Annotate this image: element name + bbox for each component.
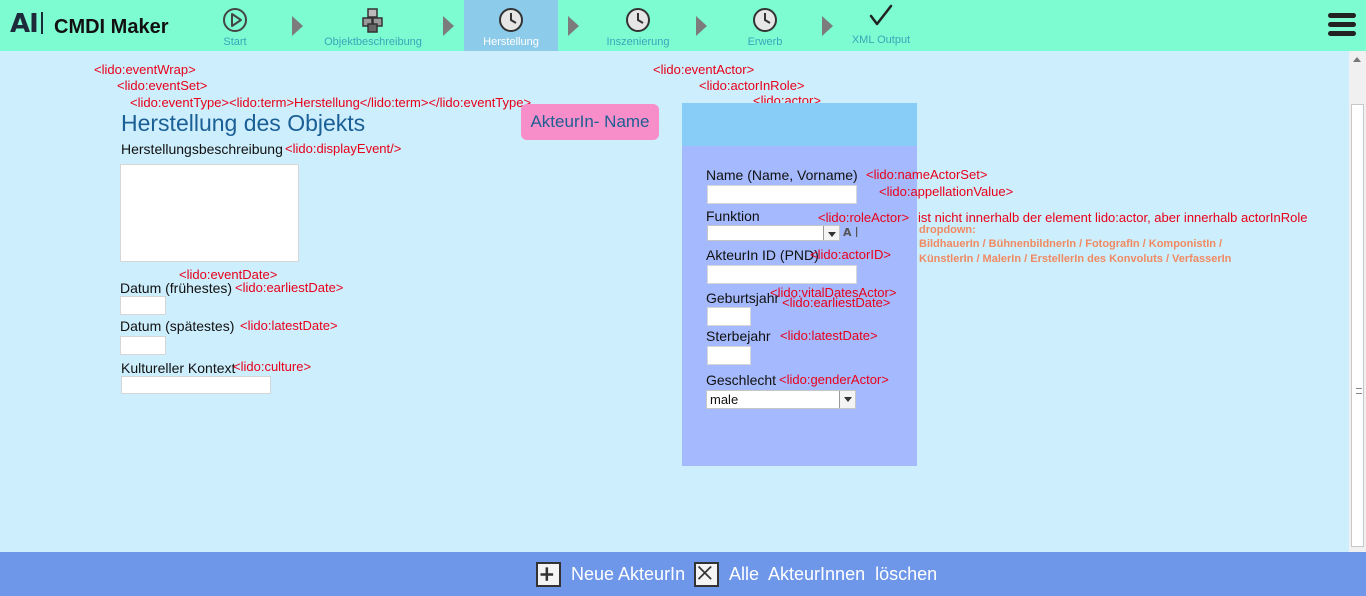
actor-name-tab[interactable]: AkteurIn- Name	[521, 104, 659, 140]
gender-select-value: male	[710, 392, 739, 407]
step-xml-output[interactable]: XML Output	[846, 0, 916, 51]
gender-select[interactable]: male	[706, 390, 856, 409]
plus-icon	[536, 561, 561, 587]
annotation-actor-id: <lido:actorID>	[810, 247, 891, 262]
play-icon	[223, 8, 247, 32]
date-earliest-label: Datum (frühestes)	[120, 280, 233, 296]
step-inszenierung[interactable]: Inszenierung	[598, 0, 678, 51]
annotation-event-wrap: <lido:eventWrap>	[94, 62, 196, 77]
chevron-down-icon	[823, 226, 839, 240]
svg-text:A: A	[843, 226, 852, 239]
culture-label: Kultureller Kontext	[121, 360, 236, 376]
grip-icon	[1356, 388, 1362, 394]
delete-all-actors-button[interactable]: Alle AkteurInnen löschen	[694, 560, 937, 588]
step-label: Inszenierung	[606, 36, 670, 48]
page-title: Herstellung des Objekts	[121, 110, 366, 136]
function-label: Funktion	[706, 208, 760, 224]
gender-label: Geschlecht	[706, 372, 777, 388]
annotation-appellation-value: <lido:appellationValue>	[879, 184, 1014, 199]
app-title: CMDI Maker	[54, 16, 169, 38]
step-arrow-icon	[568, 16, 579, 36]
annotation-actor-latest-date: <lido:latestDate>	[780, 328, 878, 343]
date-latest-label: Datum (spätestes)	[120, 318, 235, 334]
annotation-role-actor: <lido:roleActor>	[818, 210, 910, 225]
step-label: XML Output	[851, 34, 911, 46]
step-label: Herstellung	[483, 36, 539, 48]
annotation-display-event: <lido:displayEvent/>	[285, 141, 402, 156]
step-arrow-icon	[822, 16, 833, 36]
bottom-action-bar: Neue AkteurIn Alle AkteurInnen löschen	[0, 552, 1366, 596]
annotation-role-actor-note: ist nicht innerhalb der element lido:act…	[918, 210, 1308, 225]
step-erwerb[interactable]: Erwerb	[736, 0, 794, 51]
date-latest-input[interactable]	[120, 336, 166, 355]
scroll-up-arrow-icon[interactable]	[1353, 57, 1361, 62]
scrollbar-thumb[interactable]	[1351, 104, 1364, 547]
new-actor-button[interactable]: Neue AkteurIn	[536, 560, 685, 588]
step-label: Objektbeschreibung	[324, 36, 422, 48]
checkmark-icon	[869, 4, 893, 26]
actor-id-input[interactable]	[707, 265, 857, 284]
hamburger-menu-icon[interactable]	[1328, 13, 1356, 39]
description-textarea[interactable]	[120, 164, 299, 262]
dropdown-note-line-2: KünstlerIn / MalerIn / ErstellerIn des K…	[919, 253, 1232, 265]
logo-text: AI	[10, 9, 39, 39]
step-label: Start	[223, 36, 247, 48]
step-start[interactable]: Start	[208, 0, 262, 51]
birth-year-label: Geburtsjahr	[706, 290, 780, 306]
dropdown-note-line-1: BildhauerIn / BühnenbildnerIn / Fotograf…	[919, 238, 1223, 250]
actor-name-input[interactable]	[707, 185, 857, 204]
birth-year-input[interactable]	[707, 307, 751, 326]
chevron-down-icon	[839, 391, 855, 408]
death-year-label: Sterbejahr	[706, 328, 771, 344]
annotation-gender-actor: <lido:genderActor>	[779, 372, 889, 387]
dropdown-note-title: dropdown:	[919, 224, 976, 236]
step-arrow-icon	[696, 16, 707, 36]
annotation-name-actor-set: <lido:nameActorSet>	[866, 167, 988, 182]
text-cursor-icon: A	[843, 226, 858, 239]
annotation-earliest-date: <lido:earliestDate>	[235, 280, 344, 295]
new-actor-label: Neue AkteurIn	[571, 563, 686, 584]
date-earliest-input[interactable]	[120, 296, 166, 315]
step-objektbeschreibung[interactable]: Objektbeschreibung	[314, 0, 432, 51]
top-navigation-bar: AI CMDI Maker Start Objektbeschreibung H…	[0, 0, 1366, 51]
annotation-culture: <lido:culture>	[233, 359, 312, 374]
clock-icon	[753, 8, 777, 32]
annotation-latest-date: <lido:latestDate>	[240, 318, 338, 333]
annotation-event-actor: <lido:eventActor>	[653, 62, 755, 77]
vertical-scrollbar[interactable]	[1349, 51, 1366, 552]
annotation-event-set: <lido:eventSet>	[117, 78, 208, 93]
actor-id-label: AkteurIn ID (PND)	[706, 247, 819, 263]
step-arrow-icon	[292, 16, 303, 36]
annotation-actor-earliest-date: <lido:earliestDate>	[782, 295, 891, 310]
annotation-actor-in-role: <lido:actorInRole>	[699, 78, 805, 93]
function-select[interactable]	[707, 225, 840, 241]
app-logo: AI	[10, 9, 43, 39]
step-herstellung[interactable]: Herstellung	[464, 0, 558, 51]
annotation-event-type: <lido:eventType><lido:term>Herstellung</…	[130, 95, 532, 110]
step-label: Erwerb	[747, 36, 783, 48]
clock-icon	[626, 8, 650, 32]
step-arrow-icon	[443, 16, 454, 36]
close-icon	[694, 561, 719, 587]
clock-icon	[499, 8, 523, 32]
culture-input[interactable]	[121, 376, 271, 394]
actor-name-label: Name (Name, Vorname)	[706, 167, 858, 183]
delete-all-actors-label: Alle AkteurInnen löschen	[729, 563, 938, 584]
actor-panel-header	[682, 103, 917, 146]
description-label: Herstellungsbeschreibung	[121, 141, 283, 157]
cubes-icon	[362, 8, 383, 33]
death-year-input[interactable]	[707, 346, 751, 365]
